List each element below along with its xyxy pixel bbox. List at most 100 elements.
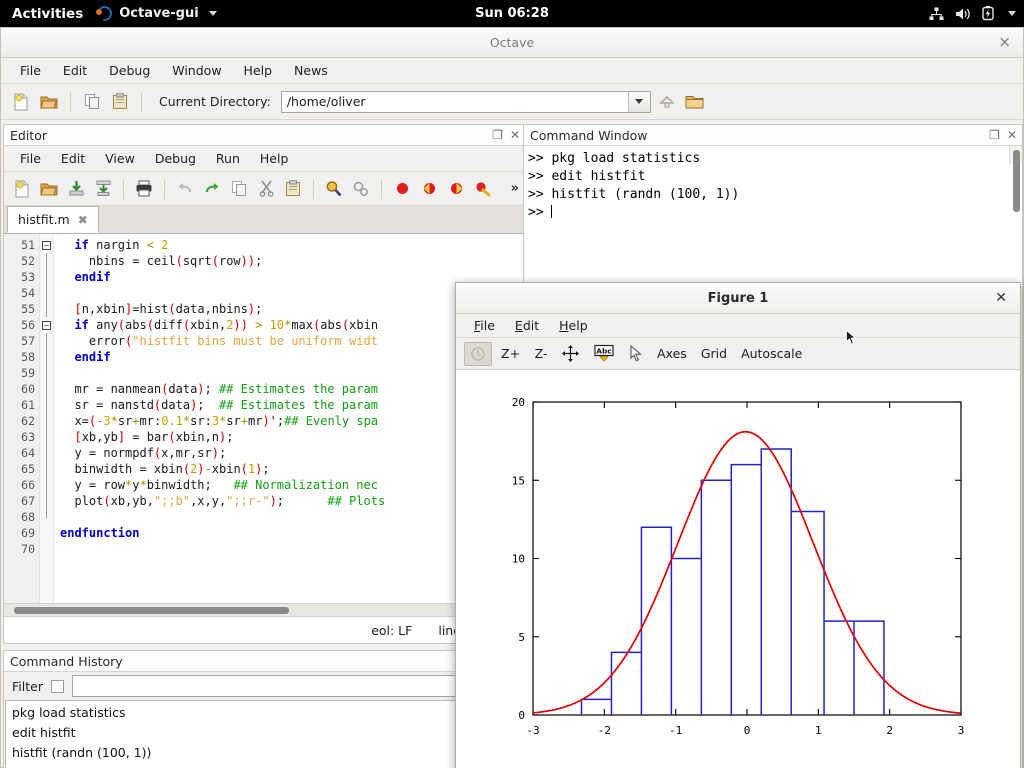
app-menu-button[interactable]: Octave-gui xyxy=(97,6,216,21)
editor-code-area[interactable]: 5152535455565758596061626364656667686970… xyxy=(4,234,525,603)
editor-menu-run[interactable]: Run xyxy=(206,148,250,169)
svg-text:-1: -1 xyxy=(669,724,682,737)
preferences-icon[interactable] xyxy=(349,177,373,201)
list-item[interactable]: histfit (randn (100, 1)) xyxy=(6,743,523,763)
system-tray[interactable] xyxy=(929,6,1016,21)
menu-debug[interactable]: Debug xyxy=(98,60,161,81)
list-item[interactable]: edit histfit xyxy=(6,723,523,743)
editor-menu-edit[interactable]: Edit xyxy=(51,148,95,169)
toggle-breakpoint-icon[interactable] xyxy=(390,177,414,201)
command-window-scrollbar-thumb[interactable] xyxy=(1013,150,1020,212)
undo-icon[interactable] xyxy=(173,177,197,201)
paste-icon[interactable] xyxy=(281,177,305,201)
paste-icon[interactable] xyxy=(108,90,132,114)
copy-icon[interactable] xyxy=(80,90,104,114)
tray-chevron-down-icon[interactable] xyxy=(1008,11,1016,16)
grid-button[interactable]: Grid xyxy=(696,342,732,366)
axes-button[interactable]: Axes xyxy=(652,342,692,366)
text-abc-icon[interactable]: Abc xyxy=(588,342,620,366)
filter-input[interactable] xyxy=(73,676,516,696)
editor-menu-file[interactable]: File xyxy=(10,148,51,169)
figure-titlebar: Figure 1 ✕ xyxy=(456,283,1020,314)
editor-menu-help[interactable]: Help xyxy=(250,148,299,169)
find-replace-icon[interactable] xyxy=(322,177,346,201)
figure-toolbar: Z+ Z- Abc xyxy=(456,338,1020,370)
volume-icon[interactable] xyxy=(955,7,971,21)
figure-menu-help[interactable]: Help xyxy=(549,316,598,335)
editor-close-button[interactable]: ✕ xyxy=(510,129,520,141)
chevron-down-icon[interactable] xyxy=(628,92,650,112)
figure-window: Figure 1 ✕ File Edit Help Z+ Z- xyxy=(455,282,1021,768)
editor-tab-histfit[interactable]: histfit.m ✖ xyxy=(7,206,99,233)
command-history-dock-header: Command History xyxy=(4,651,525,672)
gnome-top-bar: Activities Octave-gui Sun 06:28 xyxy=(0,0,1024,27)
zoom-out-button[interactable]: Z- xyxy=(529,342,553,366)
cut-icon[interactable] xyxy=(254,177,278,201)
network-icon[interactable] xyxy=(929,7,944,21)
editor-toolbar-overflow-button[interactable]: » xyxy=(511,181,519,196)
open-file-icon[interactable] xyxy=(37,177,61,201)
command-window-undock-button[interactable]: ❐ xyxy=(989,129,1000,141)
command-line: >> pkg load statistics xyxy=(528,150,1022,168)
prompt-text: >> xyxy=(528,205,551,220)
svg-text:20: 20 xyxy=(512,396,525,409)
command-line: >> edit histfit xyxy=(528,168,1022,186)
main-window-close-button[interactable]: ✕ xyxy=(998,35,1011,50)
next-breakpoint-icon[interactable] xyxy=(444,177,468,201)
remove-breakpoints-icon[interactable] xyxy=(471,177,495,201)
svg-text:5: 5 xyxy=(518,631,525,644)
editor-scrollbar-thumb[interactable] xyxy=(14,607,289,614)
redo-icon[interactable] xyxy=(200,177,224,201)
figure-menu-file[interactable]: File xyxy=(464,316,505,335)
menu-file[interactable]: File xyxy=(9,60,52,81)
figure-close-button[interactable]: ✕ xyxy=(995,290,1007,306)
figure-plot-canvas[interactable]: -3-2-1012305101520 xyxy=(456,370,1020,768)
activities-button[interactable]: Activities xyxy=(0,6,97,22)
save-file-as-icon[interactable] xyxy=(91,177,115,201)
editor-tab-label: histfit.m xyxy=(18,212,70,227)
main-window-title: Octave xyxy=(490,35,534,50)
rotate-icon[interactable] xyxy=(464,342,492,366)
close-icon[interactable]: ✖ xyxy=(78,213,88,227)
figure-menu-edit[interactable]: Edit xyxy=(505,316,549,335)
filter-checkbox[interactable] xyxy=(51,680,64,693)
menu-window[interactable]: Window xyxy=(161,60,232,81)
battery-icon[interactable] xyxy=(982,6,994,21)
command-window-close-button[interactable]: ✕ xyxy=(1007,129,1017,141)
autoscale-button[interactable]: Autoscale xyxy=(736,342,807,366)
browse-directories-icon[interactable] xyxy=(683,90,707,114)
menu-news[interactable]: News xyxy=(283,60,339,81)
editor-menu-debug[interactable]: Debug xyxy=(145,148,206,169)
print-icon[interactable] xyxy=(132,177,156,201)
save-file-icon[interactable] xyxy=(64,177,88,201)
editor-horizontal-scrollbar[interactable] xyxy=(4,603,525,616)
command-prompt-line[interactable]: >> xyxy=(528,204,1022,222)
command-window-scrollbar[interactable] xyxy=(1009,146,1022,164)
filter-combobox[interactable] xyxy=(72,675,517,697)
command-history-title: Command History xyxy=(10,654,123,669)
text-caret xyxy=(551,205,552,218)
current-directory-input[interactable] xyxy=(282,92,650,112)
editor-statusbar: eol: LF line: 49 xyxy=(4,616,525,643)
new-script-icon[interactable] xyxy=(10,177,34,201)
pan-icon[interactable] xyxy=(557,342,584,366)
one-directory-up-icon[interactable] xyxy=(655,90,679,114)
zoom-in-button[interactable]: Z+ xyxy=(496,342,525,366)
menu-edit[interactable]: Edit xyxy=(52,60,98,81)
list-item[interactable]: pkg load statistics xyxy=(6,703,523,723)
editor-menu-view[interactable]: View xyxy=(95,148,145,169)
command-history-list[interactable]: pkg load statisticsedit histfithistfit (… xyxy=(5,700,524,768)
select-arrow-icon[interactable] xyxy=(624,342,648,366)
editor-undock-button[interactable]: ❐ xyxy=(492,129,503,141)
previous-breakpoint-icon[interactable] xyxy=(417,177,441,201)
menu-help[interactable]: Help xyxy=(233,60,284,81)
current-directory-label: Current Directory: xyxy=(159,94,271,109)
open-file-icon[interactable] xyxy=(37,90,61,114)
editor-fold-column[interactable]: –– xyxy=(40,234,54,603)
new-script-icon[interactable] xyxy=(9,90,33,114)
chevron-down-icon xyxy=(209,11,217,16)
copy-icon[interactable] xyxy=(227,177,251,201)
main-toolbar: Current Directory: xyxy=(1,84,1023,120)
command-history-dock: Command History Filter pkg load statisti… xyxy=(3,650,526,768)
current-directory-combobox[interactable] xyxy=(281,91,651,113)
